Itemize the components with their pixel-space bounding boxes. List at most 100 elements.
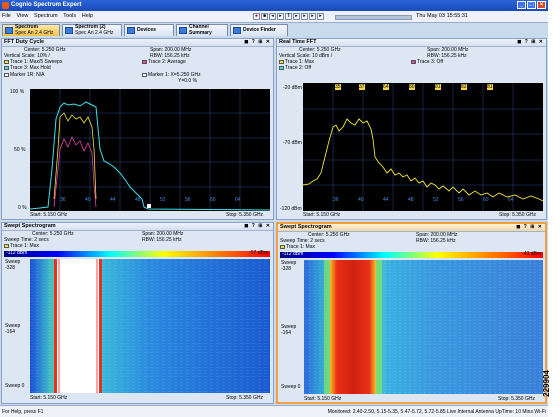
tab-device-finder[interactable]: Device Finder — [230, 24, 288, 36]
pause-button[interactable]: ‖ — [285, 13, 292, 20]
rbw-label: RBW: 156.25 kHz — [142, 237, 182, 243]
swept-spectrogram-panel-1: Swept Spectrogram ◼ ? ⊞ ✕ Center: 5.250 … — [1, 222, 274, 404]
channel-label: 36 — [60, 197, 66, 203]
app-logo-icon — [2, 2, 9, 9]
status-info-text: Monitored: 2.40-2.50, 5.15-5.35, 5.47-5.… — [327, 409, 546, 415]
scale-min-label: -112 dBm — [282, 251, 304, 257]
color-scale-bar: -112 dBm -57 dBm — [4, 250, 270, 257]
grid-lines — [30, 89, 270, 211]
tab-devices-label: Devices — [137, 27, 156, 33]
channel-util: 81 — [487, 84, 493, 90]
tab-spectrum[interactable]: Spectrum Spec An 2.4 GHz — [2, 24, 60, 36]
scale-max-label: -43 dBm — [522, 251, 541, 257]
y-top-label: Sweep -328 — [5, 259, 21, 271]
panel-title: Swept Spectrogram ◼ ? ⊞ ✕ — [278, 224, 545, 232]
channel-label: 56 — [185, 197, 191, 203]
y-bot-label: -120 dBm — [280, 206, 302, 212]
tab-device-finder-label: Device Finder — [243, 27, 276, 33]
channel-label: 60 — [210, 197, 216, 203]
live-button[interactable]: ▸ — [317, 13, 324, 20]
trace2-legend: Trace 2: Off — [279, 65, 311, 71]
menu-file[interactable]: File — [0, 11, 13, 22]
spectrogram-image-1 — [30, 259, 270, 393]
figure-id-text: 229904 — [541, 370, 551, 397]
trace2-text: Trace 2: Off — [285, 65, 312, 71]
channel-util: 35 — [335, 84, 341, 90]
channel-row: 36 40 44 48 52 56 60 64 — [30, 197, 270, 204]
spectrogram-plot-1[interactable] — [30, 259, 270, 393]
tab-devices[interactable]: Devices — [124, 24, 174, 36]
marker-swatch — [4, 72, 9, 77]
panel-info: Center: 5.250 GHz Span: 200.00 MHz Verti… — [2, 47, 273, 85]
channel-util: 81 — [435, 84, 441, 90]
start-label: Start: 5.150 GHz — [30, 395, 68, 401]
spectrogram-plot-2[interactable] — [304, 260, 543, 394]
duty-cycle-plot[interactable] — [30, 89, 270, 211]
status-help-text: For Help, press F1 — [2, 409, 44, 415]
panel-controls[interactable]: ◼ ? ⊞ ✕ — [516, 224, 543, 231]
y-mid-label: Sweep -164 — [281, 324, 297, 336]
yellow-swatch — [279, 59, 284, 64]
title-bar: Cognio Spectrum Expert _ □ × — [0, 0, 548, 11]
swept-spectrogram-panel-2: Swept Spectrogram ◼ ? ⊞ ✕ Center: 5.250 … — [276, 222, 547, 404]
end-button[interactable]: ▸ — [309, 13, 316, 20]
real-time-fft-graph — [303, 83, 543, 211]
close-button[interactable]: × — [537, 1, 546, 9]
playback-slider[interactable] — [335, 15, 412, 20]
yellow-swatch — [4, 243, 9, 248]
datetime-readout: Thu May 03 15:55:31 — [416, 13, 468, 19]
app-title: Cognio Spectrum Expert — [11, 2, 82, 8]
trace2-text: Trace 2: Average — [148, 59, 186, 65]
start-label: Start: 5.150 GHz — [30, 212, 68, 218]
panel-info: Center: 5.250 GHz Span: 200.00 MHz Verti… — [277, 47, 546, 85]
strong-signal-band — [330, 260, 376, 394]
marker-swatch — [142, 72, 147, 77]
marker-1[interactable] — [147, 204, 151, 208]
grid-lines — [303, 83, 543, 211]
tab-row: Spectrum Spec An 2.4 GHz Spectrum (2) Sp… — [0, 23, 548, 36]
menu-help[interactable]: Help — [80, 11, 95, 22]
channel-label: 48 — [408, 197, 414, 203]
channel-label: 64 — [235, 197, 241, 203]
channel-label: 52 — [433, 197, 439, 203]
panel-title: Real Time FFT ◼ ? ⊞ ✕ — [277, 39, 546, 47]
channel-label: 56 — [458, 197, 464, 203]
y-top-label: Sweep -328 — [281, 260, 297, 272]
minimize-button[interactable]: _ — [517, 1, 526, 9]
stop-button[interactable]: ■ — [261, 13, 268, 20]
tab-channel-summary[interactable]: Channel Summary — [176, 24, 228, 36]
step-button[interactable]: ▸ — [293, 13, 300, 20]
marker1-text: Marker 1: — [148, 72, 170, 78]
play-button[interactable]: ▸ — [277, 13, 284, 20]
tab-spectrum-2[interactable]: Spectrum (2) Spec An 2.4 GHz — [62, 24, 122, 36]
fft-duty-cycle-panel: FFT Duty Cycle ◼ ? ⊞ ✕ Center: 5.250 GHz… — [1, 38, 274, 220]
maximize-button[interactable]: □ — [527, 1, 536, 9]
menu-tools[interactable]: Tools — [61, 11, 78, 22]
record-button[interactable]: ● — [253, 13, 260, 20]
channel-label: 40 — [358, 197, 364, 203]
stop-label: Stop: 5.350 GHz — [499, 212, 536, 218]
spectrum-icon — [65, 27, 73, 34]
app-window: Cognio Spectrum Expert _ □ × File View S… — [0, 0, 548, 417]
tab-channel-sub: Summary — [189, 29, 212, 36]
channel-util: 64 — [383, 84, 389, 90]
channel-row: 36 40 44 48 52 56 60 64 — [303, 197, 543, 204]
channel-icon — [179, 27, 187, 34]
forward-button[interactable]: ▸ — [301, 13, 308, 20]
panel-controls[interactable]: ◼ ? ⊞ ✕ — [244, 223, 271, 230]
panel-controls[interactable]: ◼ ? ⊞ ✕ — [244, 39, 271, 46]
yellow-swatch — [280, 244, 285, 249]
panel-info: Center: 5.250 GHz Span: 200.00 MHz Sweep… — [2, 231, 273, 251]
channel-label: 44 — [110, 197, 116, 203]
rewind-button[interactable]: ◂ — [269, 13, 276, 20]
cyan-swatch — [4, 65, 9, 70]
real-time-fft-plot[interactable] — [303, 83, 543, 211]
panel-title-text: Real Time FFT — [279, 39, 317, 45]
channel-util: 80 — [409, 84, 415, 90]
duty-cycle-graph — [30, 89, 270, 211]
menu-spectrum[interactable]: Spectrum — [32, 11, 60, 22]
panel-title: Swept Spectrogram ◼ ? ⊞ ✕ — [2, 223, 273, 231]
panel-controls[interactable]: ◼ ? ⊞ ✕ — [517, 39, 544, 46]
menu-view[interactable]: View — [15, 11, 31, 22]
tab-spectrum-sub: Spec An 2.4 GHz — [15, 29, 54, 36]
